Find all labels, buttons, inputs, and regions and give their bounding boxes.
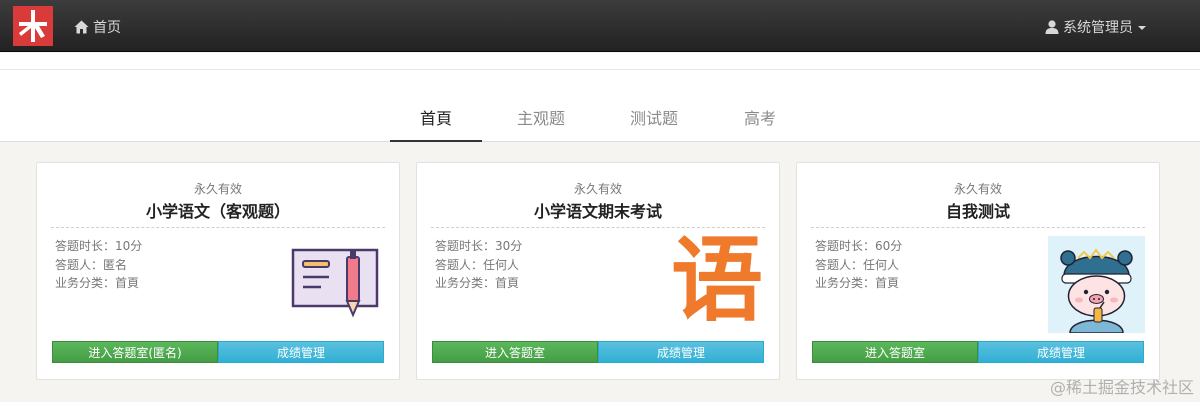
card-validity: 永久有效 (953, 182, 1002, 196)
tab-subjective[interactable]: 主观题 (495, 88, 587, 141)
brand-logo[interactable] (13, 6, 53, 46)
card-category: 业务分类：首頁 (815, 276, 900, 290)
card-participant: 答题人：任何人 (815, 257, 900, 272)
card-info: 答题时长：10分 答题人：匿名 业务分类：首頁 (55, 237, 142, 293)
score-manage-button[interactable]: 成绩管理 (598, 341, 764, 363)
card-info: 答题时长：30分 答题人：任何人 业务分类：首頁 (435, 237, 522, 293)
exam-card: 永久有效 小学语文（客观题） 答题时长：10分 答题人：匿名 业务分类：首頁 进… (36, 162, 400, 380)
card-participant: 答题人：匿名 (55, 257, 128, 272)
pig-avatar-image (1048, 236, 1145, 333)
exam-card: 永久有效 小学语文期末考试 答题时长：30分 答题人：任何人 业务分类：首頁 语… (416, 162, 780, 380)
score-manage-button[interactable]: 成绩管理 (978, 341, 1144, 363)
home-label: 首页 (93, 20, 121, 36)
card-info: 答题时长：60分 答题人：任何人 业务分类：首頁 (815, 237, 902, 293)
caret-down-icon (1138, 26, 1146, 30)
card-actions: 进入答题室 成绩管理 (812, 341, 1144, 363)
card-duration: 答题时长：60分 (815, 239, 903, 253)
card-actions: 进入答题室 成绩管理 (432, 341, 764, 363)
enter-exam-button[interactable]: 进入答题室 (812, 341, 978, 363)
home-icon (74, 20, 89, 34)
top-navbar: 首页 系统管理员 (0, 0, 1200, 52)
tab-home[interactable]: 首頁 (390, 88, 482, 142)
yu-character-image: 语 (670, 227, 763, 334)
exam-card: 永久有效 自我测试 答题时长：60分 答题人：任何人 业务分类：首頁 进入答题室… (796, 162, 1160, 380)
user-label: 系统管理员 (1063, 20, 1133, 36)
card-validity: 永久有效 (573, 182, 622, 196)
card-participant: 答题人：任何人 (435, 257, 520, 272)
card-title: 小学语文期末考试 (533, 202, 662, 221)
home-nav-link[interactable]: 首页 (74, 17, 121, 37)
enter-exam-button[interactable]: 进入答题室 (432, 341, 598, 363)
score-manage-button[interactable]: 成绩管理 (218, 341, 384, 363)
card-title: 自我测试 (945, 202, 1010, 221)
card-validity: 永久有效 (193, 182, 242, 196)
card-actions: 进入答题室(匿名) 成绩管理 (52, 341, 384, 363)
card-duration: 答题时长：30分 (435, 239, 523, 253)
notebook-pen-icon (291, 248, 379, 318)
card-category: 业务分类：首頁 (435, 276, 520, 290)
watermark: @稀土掘金技术社区 (1049, 378, 1194, 397)
card-divider (51, 227, 385, 228)
enter-exam-button[interactable]: 进入答题室(匿名) (52, 341, 218, 363)
tab-gaokao[interactable]: 高考 (714, 88, 806, 141)
user-menu-dropdown[interactable]: 系统管理员 (1045, 17, 1146, 37)
user-icon (1045, 20, 1059, 34)
category-tabs: 首頁 主观题 测试题 高考 (0, 88, 1200, 142)
divider (0, 69, 1200, 70)
tab-test[interactable]: 测试题 (608, 88, 700, 141)
card-duration: 答题时长：10分 (55, 239, 143, 253)
card-category: 业务分类：首頁 (55, 276, 140, 290)
card-title: 小学语文（客观题） (145, 202, 290, 221)
card-divider (811, 227, 1145, 228)
